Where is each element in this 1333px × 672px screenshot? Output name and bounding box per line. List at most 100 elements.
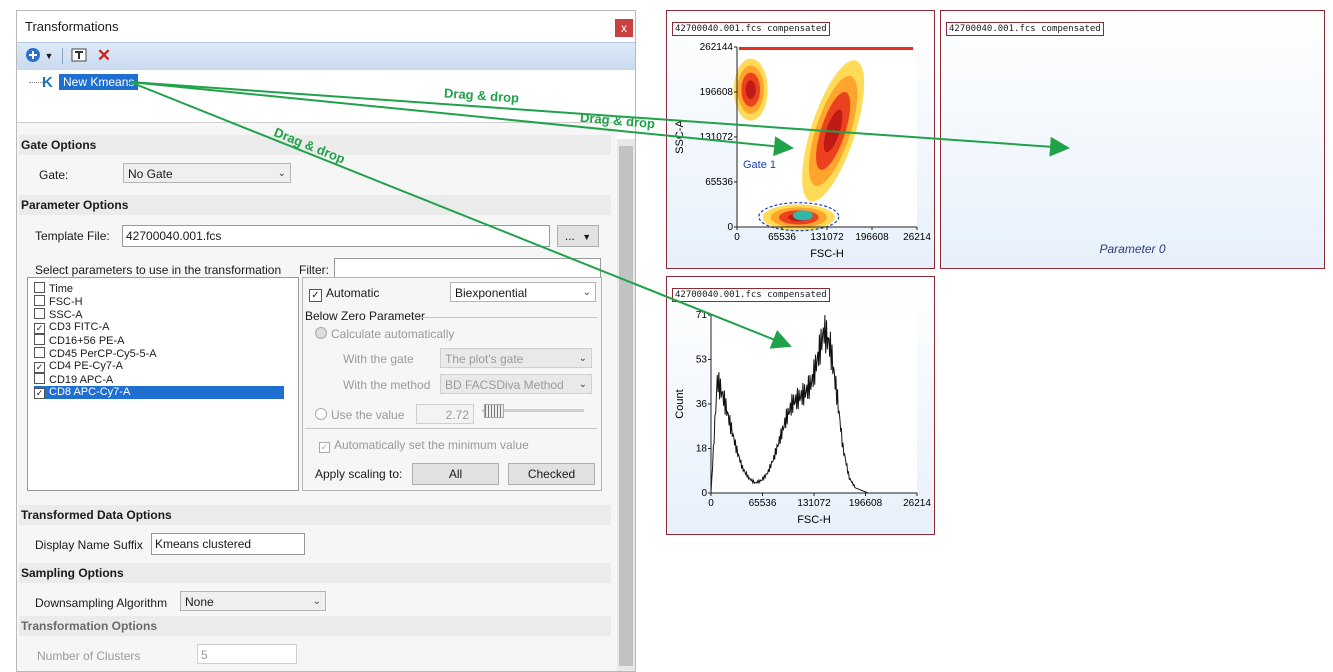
sampling-options-header: Sampling Options [19, 563, 611, 583]
y-tick-label: 131072 [700, 132, 734, 143]
transformation-options-header: Transformation Options [19, 616, 611, 636]
x-tick-label: 131072 [797, 498, 831, 509]
tree-connector [29, 82, 43, 84]
parameter-item[interactable]: CD16+56 PE-A [34, 334, 125, 347]
with-method-select[interactable]: BD FACSDiva Method ⌄ [440, 374, 592, 394]
rename-icon[interactable] [70, 47, 88, 65]
dialog-title: Transformations [25, 19, 119, 34]
density-population [733, 58, 768, 121]
automatic-checkbox[interactable]: ✓ Automatic [309, 286, 379, 302]
transformations-dialog: Transformations x ▼ ✕ K New Kmeans Gate … [16, 10, 636, 672]
parameter-item[interactable]: SSC-A [34, 308, 83, 321]
apply-checked-button[interactable]: Checked [508, 463, 595, 485]
with-method-value: BD FACSDiva Method [445, 378, 564, 392]
density-core [792, 210, 813, 221]
chevron-down-icon[interactable]: ▼ [44, 47, 54, 65]
downsampling-value: None [185, 595, 214, 609]
parameter-list[interactable]: Time FSC-H SSC-A ✓ CD3 FITC-A CD16+56 PE-A CD4… [27, 277, 299, 491]
title-bar: Transformations x [17, 11, 635, 42]
checkbox-checked-icon[interactable]: ✓ [34, 362, 45, 373]
template-file-input[interactable]: 42700040.001.fcs [122, 225, 550, 247]
with-gate-label: With the gate [343, 352, 414, 366]
tree-node-new-kmeans[interactable]: New Kmeans [59, 74, 139, 90]
use-value-input[interactable]: 2.72 [416, 404, 474, 424]
use-value-radio[interactable]: Use the value [315, 408, 404, 422]
value-slider-thumb[interactable] [484, 404, 504, 418]
parameter-item[interactable]: ✓ CD8 APC-Cy7-A [34, 386, 284, 399]
checkbox-unchecked-icon[interactable] [34, 334, 45, 345]
apply-all-button[interactable]: All [412, 463, 499, 485]
checkbox-unchecked-icon[interactable] [34, 373, 45, 384]
browse-label: ... [564, 229, 575, 243]
auto-min-label: Automatically set the minimum value [334, 438, 529, 452]
x-tick-label: 0 [734, 232, 740, 243]
calculate-auto-label: Calculate automatically [331, 327, 455, 341]
x-tick-label: 196608 [855, 232, 889, 243]
parameter-label: CD45 PerCP-Cy5-5-A [49, 348, 157, 360]
parameter-label: FSC-H [49, 296, 83, 308]
parameter-item[interactable]: Time [34, 282, 73, 295]
scale-type-value: Biexponential [455, 286, 528, 300]
parameter-item[interactable]: ✓ CD3 FITC-A [34, 321, 110, 334]
scaling-options-box: ✓ Automatic Biexponential ⌄ Below Zero Pa… [302, 277, 602, 491]
saturation-band [739, 47, 913, 50]
filter-label: Filter: [299, 263, 329, 277]
below-zero-label: Below Zero Parameter [305, 309, 426, 323]
with-gate-select[interactable]: The plot's gate ⌄ [440, 348, 592, 368]
gate-label: Gate 1 [743, 159, 776, 171]
group-divider [413, 317, 597, 318]
parameter-item[interactable]: CD19 APC-A [34, 373, 113, 386]
template-file-label: Template File: [35, 229, 110, 243]
y-tick-label: 71 [696, 310, 708, 321]
x-tick-label: 65536 [768, 232, 796, 243]
scatter-plot-window[interactable]: 42700040.001.fcs compensated Gate 1 26214… [666, 10, 935, 269]
scale-type-select[interactable]: Biexponential ⌄ [450, 282, 596, 302]
auto-min-checkbox[interactable]: ✓ Automatically set the minimum value [319, 438, 529, 453]
toolbar-separator [62, 48, 63, 64]
downsampling-select[interactable]: None ⌄ [180, 591, 326, 611]
chevron-down-icon: ⌄ [578, 379, 587, 390]
delete-x-icon[interactable]: ✕ [95, 47, 113, 65]
parameter-options-header: Parameter Options [19, 195, 611, 215]
checkbox-checked-icon[interactable]: ✓ [34, 323, 45, 334]
calculate-auto-radio[interactable]: Calculate automatically [315, 327, 454, 341]
scatter-plot: Gate 1 262144 196608 131072 65536 00 65536 1310… [674, 42, 931, 260]
checkbox-unchecked-icon[interactable] [34, 282, 45, 293]
toolbar: ▼ ✕ [17, 42, 635, 71]
checkbox-checked-icon[interactable]: ✓ [34, 388, 45, 399]
with-gate-value: The plot's gate [445, 352, 524, 366]
gate-select[interactable]: No Gate ⌄ [123, 163, 291, 183]
chevron-down-icon: ⌄ [312, 596, 321, 607]
histogram-window[interactable]: 42700040.001.fcs compensated 71 53 36 18 0 0 6… [666, 276, 935, 535]
parameter-label: CD4 PE-Cy7-A [49, 360, 123, 372]
checkbox-unchecked-icon[interactable] [34, 295, 45, 306]
x-tick-label: 26214 [903, 498, 931, 509]
x-tick-label: 26214 [903, 232, 931, 243]
transformation-tree: K New Kmeans [17, 70, 635, 128]
add-circle-icon[interactable] [24, 47, 42, 65]
empty-plot-window[interactable]: 42700040.001.fcs compensated Parameter 0 [940, 10, 1325, 269]
clusters-input[interactable]: 5 [197, 644, 297, 664]
checkbox-unchecked-icon[interactable] [34, 308, 45, 319]
close-button[interactable]: x [615, 19, 633, 37]
chevron-down-icon: ▼ [582, 232, 592, 242]
y-axis-label: Count [674, 389, 686, 418]
select-parameters-label: Select parameters to use in the transfor… [35, 263, 282, 277]
transformed-data-header: Transformed Data Options [19, 505, 611, 525]
parameter-item[interactable]: CD45 PerCP-Cy5-5-A [34, 347, 157, 360]
x-tick-label: 0 [708, 498, 714, 509]
scrollbar-thumb[interactable] [619, 146, 633, 666]
parameter-item[interactable]: FSC-H [34, 295, 83, 308]
y-tick-label: 0 [701, 488, 707, 499]
empty-plot-title: 42700040.001.fcs compensated [946, 22, 1104, 36]
browse-button[interactable]: ... ▼ [557, 225, 599, 247]
gate-label: Gate: [39, 168, 69, 182]
clusters-label: Number of Clusters [37, 649, 141, 663]
checkbox-checked-icon: ✓ [309, 289, 322, 302]
checkbox-unchecked-icon[interactable] [34, 347, 45, 358]
filter-input[interactable] [334, 258, 601, 278]
parameter-item[interactable]: ✓ CD4 PE-Cy7-A [34, 360, 123, 373]
parameter-label: SSC-A [49, 309, 83, 321]
display-suffix-input[interactable]: Kmeans clustered [151, 533, 305, 555]
parameter-label: Time [49, 283, 74, 295]
